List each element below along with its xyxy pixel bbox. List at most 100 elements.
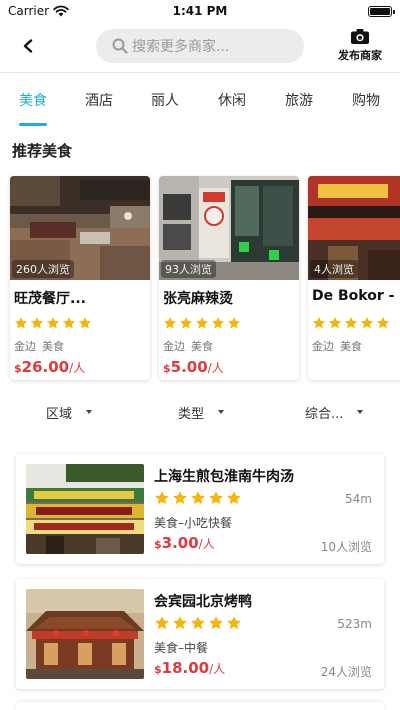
- star-icon: [191, 616, 205, 630]
- restaurant-photo: 260人浏览: [10, 176, 150, 280]
- view-count: 10人浏览: [320, 540, 372, 554]
- star-icon: [191, 491, 205, 505]
- recommended-list[interactable]: 260人浏览 旺茂餐厅... 金边 美食 $26.00/人 93人浏览 张亮麻辣…: [0, 172, 400, 384]
- listing-card[interactable]: [16, 702, 384, 710]
- section-title: 推荐美食: [12, 142, 73, 160]
- star-icon: [173, 491, 187, 505]
- restaurant-name: 张亮麻辣烫: [163, 291, 233, 307]
- tags: 金边 美食: [163, 338, 213, 354]
- star-icon: [195, 317, 209, 329]
- caret-down-icon: [86, 410, 93, 414]
- search-placeholder: 搜索更多商家...: [132, 39, 230, 55]
- nav-divider: [0, 72, 400, 73]
- listing-card[interactable]: 会宾园北京烤鸭 523m 美食–中餐 $18.00/人 24人浏览: [16, 579, 384, 689]
- star-icon: [155, 616, 169, 630]
- price-value: 5.00: [170, 358, 208, 376]
- star-icon: [179, 317, 193, 329]
- recommended-card[interactable]: 260人浏览 旺茂餐厅... 金边 美食 $26.00/人: [10, 176, 150, 380]
- area-tag: 金边: [163, 340, 185, 353]
- category-tag: 美食: [340, 340, 362, 353]
- star-icon: [209, 616, 223, 630]
- restaurant-photo: [26, 464, 144, 554]
- star-icon: [211, 317, 225, 329]
- distance: 54m: [345, 492, 372, 506]
- restaurant-photo: [26, 589, 144, 679]
- restaurant-name: De Bokor -: [312, 288, 395, 304]
- price: $18.00/人: [154, 659, 225, 677]
- filter-area-dropdown[interactable]: 区域: [46, 398, 93, 426]
- view-count: 93人浏览: [161, 260, 216, 278]
- price-value: 26.00: [21, 358, 70, 376]
- star-icon: [360, 317, 374, 329]
- publish-label: 发布商家: [338, 49, 382, 62]
- view-count: 260人浏览: [12, 260, 74, 278]
- search-bar[interactable]: 搜索更多商家...: [96, 29, 304, 63]
- tab-shopping[interactable]: 购物: [332, 74, 400, 126]
- star-icon: [46, 317, 60, 329]
- price-value: 3.00: [161, 534, 199, 552]
- area-tag: 金边: [312, 340, 334, 353]
- filter-sort-label: 综合...: [305, 406, 344, 422]
- category: 美食–小吃快餐: [154, 516, 233, 530]
- currency: $: [154, 663, 162, 676]
- star-icon: [155, 491, 169, 505]
- star-icon: [328, 317, 342, 329]
- star-icon: [14, 317, 28, 329]
- wifi-icon: [53, 5, 69, 17]
- category-tabs: 美食 酒店 丽人 休闲 旅游 购物: [0, 74, 400, 126]
- status-left: Carrier: [8, 4, 69, 18]
- chevron-left-icon: [23, 39, 33, 53]
- tab-travel[interactable]: 旅游: [266, 74, 332, 126]
- star-icon: [30, 317, 44, 329]
- currency: $: [154, 538, 162, 551]
- filter-type-dropdown[interactable]: 类型: [178, 398, 225, 426]
- recommended-card[interactable]: 4人浏览 De Bokor - 金边 美食: [308, 176, 400, 380]
- price-unit: /人: [209, 662, 226, 676]
- star-icon: [62, 317, 76, 329]
- category: 美食–中餐: [154, 641, 209, 655]
- back-button[interactable]: [18, 36, 38, 56]
- star-rating: [14, 316, 92, 330]
- tab-beauty[interactable]: 丽人: [132, 74, 198, 126]
- star-icon: [173, 616, 187, 630]
- tab-food[interactable]: 美食: [0, 74, 66, 126]
- category-tag: 美食: [42, 340, 64, 353]
- star-icon: [312, 317, 326, 329]
- filter-bar: 区域 类型 综合...: [0, 398, 400, 426]
- filter-sort-dropdown[interactable]: 综合...: [305, 398, 364, 426]
- price-value: 18.00: [161, 659, 210, 677]
- camera-icon: [351, 29, 369, 44]
- filter-type-label: 类型: [178, 406, 205, 422]
- star-rating: [154, 490, 242, 506]
- star-rating: [163, 316, 241, 330]
- restaurant-name: 会宾园北京烤鸭: [154, 594, 252, 610]
- star-icon: [209, 491, 223, 505]
- restaurant-name: 上海生煎包淮南牛肉汤: [154, 469, 294, 485]
- price: $5.00/人: [163, 358, 224, 376]
- star-icon: [227, 616, 241, 630]
- price-unit: /人: [69, 361, 86, 375]
- status-bar: Carrier 1:41 PM: [0, 0, 400, 22]
- restaurant-photo: 4人浏览: [308, 176, 400, 280]
- publish-merchant-button[interactable]: 发布商家: [334, 28, 386, 63]
- listing-card[interactable]: 上海生煎包淮南牛肉汤 54m 美食–小吃快餐 $3.00/人 10人浏览: [16, 454, 384, 564]
- star-icon: [376, 317, 390, 329]
- recommended-card[interactable]: 93人浏览 张亮麻辣烫 金边 美食 $5.00/人: [159, 176, 299, 380]
- tab-hotel[interactable]: 酒店: [66, 74, 132, 126]
- area-tag: 金边: [14, 340, 36, 353]
- view-count: 4人浏览: [310, 260, 358, 278]
- filter-area-label: 区域: [46, 406, 73, 422]
- price-unit: /人: [198, 537, 215, 551]
- price: $3.00/人: [154, 534, 215, 552]
- tab-leisure[interactable]: 休闲: [198, 74, 266, 126]
- currency: $: [163, 362, 171, 375]
- star-icon: [227, 317, 241, 329]
- view-count: 24人浏览: [320, 665, 372, 679]
- star-rating: [154, 615, 242, 631]
- tags: 金边 美食: [14, 338, 64, 354]
- nav-bar: 搜索更多商家... 发布商家: [0, 22, 400, 72]
- star-icon: [78, 317, 92, 329]
- price: $26.00/人: [14, 358, 85, 376]
- category-tag: 美食: [191, 340, 213, 353]
- battery-icon: [368, 5, 395, 17]
